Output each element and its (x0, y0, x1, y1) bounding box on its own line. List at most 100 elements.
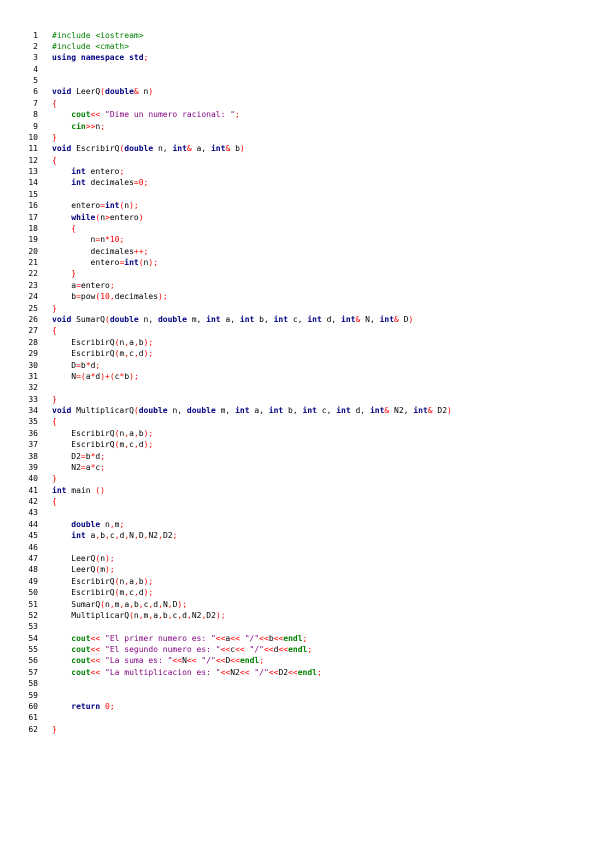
code-text: using namespace std; (52, 52, 148, 63)
line-number: 32 (28, 383, 38, 393)
code-token: "/" (249, 645, 264, 655)
line-number: 1 (33, 30, 38, 40)
line-number: 9 (33, 121, 38, 131)
code-token: ; (100, 121, 106, 131)
code-text: MultiplicarQ(n,m,a,b,c,d,N2,D2); (52, 610, 225, 621)
code-token: ; (143, 178, 149, 188)
code-token: cout (71, 656, 91, 666)
code-token: ) (408, 315, 414, 324)
code-token: int (235, 406, 250, 416)
code-token: ); (143, 349, 154, 359)
code-token: { (52, 326, 57, 336)
code-text: { (52, 223, 76, 234)
line-number: 7 (33, 98, 38, 108)
code-token: ); (143, 440, 154, 450)
line-number: 17 (28, 212, 38, 222)
code-token: ; (100, 451, 106, 461)
code-token: } (52, 132, 57, 142)
line-number: 61 (28, 713, 38, 723)
code-token: D2 (432, 406, 448, 416)
code-token: n, (138, 315, 158, 324)
code-text: cout<< "La multiplicacion es: "<<N2<< "/… (52, 667, 322, 678)
code-text: SumarQ(n,m,a,b,c,d,N,D); (52, 599, 187, 610)
code-token: ; (143, 53, 149, 63)
line-number: 13 (28, 167, 38, 177)
line-number: 3 (33, 53, 38, 63)
line-number: 10 (28, 132, 38, 142)
code-text: void MultiplicarQ(double n, double m, in… (52, 405, 452, 416)
code-text: { (52, 325, 57, 336)
code-token: N2 (148, 531, 159, 541)
code-token: n, (153, 144, 173, 154)
code-token: int (71, 167, 86, 177)
code-token: double (157, 315, 187, 324)
code-token: int (239, 315, 255, 324)
code-token: int (341, 315, 356, 324)
code-token: cout (71, 645, 91, 655)
line-number: 14 (28, 178, 38, 188)
code-text: entero=int(n); (52, 200, 138, 211)
code-token: decimales (52, 246, 134, 256)
code-token: "/" (244, 633, 260, 643)
code-token: int (307, 315, 322, 324)
code-token: d, (321, 315, 342, 324)
code-token: << (90, 110, 101, 120)
code-token: } (52, 724, 57, 734)
code-token: ); (177, 599, 188, 609)
code-token: ; (100, 462, 106, 472)
code-token: ); (129, 371, 139, 381)
code-token: endl (239, 656, 260, 666)
line-number: 49 (28, 576, 38, 586)
code-token: { (52, 497, 57, 507)
code-text: EscribirQ(m,c,d); (52, 587, 153, 598)
line-number: 2 (33, 41, 38, 51)
line-number: 28 (28, 337, 38, 347)
code-token: ); (158, 292, 168, 302)
code-token: ); (143, 337, 154, 347)
code-token: << (172, 656, 183, 666)
code-token: #include <cmath> (52, 41, 130, 51)
code-token: << (230, 633, 240, 643)
code-token: double (71, 519, 101, 529)
code-token: int (302, 406, 317, 416)
code-token: 10 (100, 292, 110, 302)
code-token: m, (186, 315, 207, 324)
line-number: 58 (28, 679, 38, 689)
code-text: int entero; (52, 166, 124, 177)
line-number: 4 (33, 64, 38, 74)
code-token: D2 (162, 531, 173, 541)
code-token: n (100, 519, 110, 529)
line-number: 41 (28, 485, 38, 495)
code-token: d, (350, 406, 370, 416)
code-token: } (52, 303, 57, 313)
code-token: << (90, 656, 101, 666)
code-token: N, (360, 315, 380, 324)
code-text: LeerQ(n); (52, 553, 114, 564)
code-text: double n,m; (52, 519, 124, 530)
code-token: } (52, 394, 57, 404)
line-number: 29 (28, 349, 38, 359)
code-token: ; (259, 656, 265, 666)
code-text: EscribirQ(n,a,b); (52, 337, 153, 348)
code-token: cout (71, 667, 91, 677)
code-token: a (85, 531, 96, 541)
code-text: cout<< "El primer numero es: "<<a<< "/"<… (52, 633, 307, 644)
line-number: 48 (28, 565, 38, 575)
code-token: b, (254, 315, 274, 324)
code-text: void SumarQ(double n, double m, int a, i… (52, 314, 413, 325)
code-token: #include <iostream> (52, 30, 144, 40)
line-number: 38 (28, 451, 38, 461)
code-token: int (52, 485, 67, 495)
code-token: a, (249, 406, 269, 416)
code-token: endl (297, 667, 317, 677)
code-text: EscribirQ(m,c,d); (52, 439, 153, 450)
code-token: << (288, 667, 298, 677)
code-token: >> (85, 121, 96, 131)
code-text: { (52, 98, 57, 109)
code-token: double (105, 87, 134, 97)
line-number: 56 (28, 656, 38, 666)
